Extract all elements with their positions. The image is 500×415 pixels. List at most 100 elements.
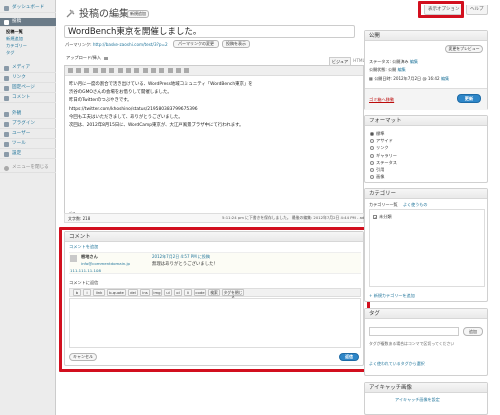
number-list-icon[interactable] (101, 68, 106, 73)
featured-image-heading: アイキャッチ画像 (365, 383, 487, 393)
category-tabs: カテゴリー一覧 よく使うもの (369, 202, 428, 207)
add-new-button[interactable]: 新規追加 (127, 10, 149, 18)
dashboard-icon (4, 5, 9, 11)
date-edit-link[interactable]: 編集 (441, 76, 449, 81)
media-insert-icon[interactable] (104, 56, 109, 60)
blockquote-icon[interactable] (109, 68, 114, 73)
format-option-gallery[interactable]: ギャラリー (370, 152, 397, 159)
featured-image-box: アイキャッチ画像 アイキャッチ画像を設定 (364, 382, 488, 415)
sidebar-item-plugins[interactable]: プラグイン (0, 120, 56, 129)
trash-link[interactable]: ゴミ箱へ移動 (369, 97, 394, 102)
upload-insert-label[interactable]: アップロード/挿入 (66, 55, 109, 60)
page-title: 投稿の編集 (79, 9, 129, 20)
tag-input[interactable] (369, 327, 459, 336)
sidebar-item-appearance[interactable]: 外観 (0, 110, 56, 119)
format-option-standard[interactable]: 標準 (370, 130, 397, 137)
format-box: フォーマット 標準 アサイド リンク ギャラリー ステータス 引用 画像 (364, 115, 488, 183)
sidebar-sub-new-post[interactable]: 新規追加 (6, 36, 23, 41)
radio-icon[interactable] (370, 146, 374, 151)
bullet-list-icon[interactable] (93, 68, 98, 73)
permalink-url[interactable]: http://baske-zaoshi.com/test/3?p=2 (93, 42, 168, 47)
comment-icon (4, 95, 9, 101)
sidebar-collapse-menu[interactable]: メニューを閉じる (0, 164, 56, 173)
visibility-edit-link[interactable]: 編集 (398, 67, 406, 72)
last-edited: 5:11:24 pm に下書きを保存しました。 最後の編集: 2012年7月2日… (222, 215, 372, 220)
sidebar-item-links[interactable]: リンク (0, 74, 56, 83)
choose-tags-link[interactable]: よく使われているタグから選択 (369, 361, 425, 366)
bold-icon[interactable] (68, 68, 73, 73)
tab-visual[interactable]: ビジュアル (329, 57, 351, 72)
post-editor[interactable]: 昨い月に一度の割合で活き出けている、WordPress地域コミュニティ「Word… (64, 65, 364, 221)
word-count: 文字数: 218 (68, 216, 91, 221)
unlink-icon[interactable] (151, 68, 156, 73)
sidebar-item-dashboard[interactable]: ダッシュボード (0, 4, 56, 13)
post-visibility: 公開状態: 公開 編集 (369, 67, 406, 72)
tags-heading: タグ (365, 309, 487, 319)
collapse-icon (4, 165, 9, 171)
category-item-uncategorized[interactable]: ✓ 未分類 (373, 214, 392, 220)
preview-changes-button[interactable]: 変更をプレビュー (445, 45, 483, 53)
editor-toolbar (65, 66, 363, 76)
radio-icon[interactable] (370, 153, 374, 158)
tab-popular-categories[interactable]: よく使うもの (403, 202, 428, 207)
spellcheck-icon[interactable] (168, 68, 173, 73)
radio-icon[interactable] (370, 160, 374, 165)
pin-icon (4, 19, 9, 25)
format-options: 標準 アサイド リンク ギャラリー ステータス 引用 画像 (370, 130, 397, 180)
comments-highlight (59, 227, 370, 372)
post-date: ▦ 公開日時: 2012年7月2日 @ 16:42 編集 (369, 76, 450, 81)
publish-box: 公開 変更をプレビュー ステータス: 公開済み 編集 公開状態: 公開 編集 ▦… (364, 30, 488, 110)
radio-icon[interactable] (370, 168, 374, 173)
sidebar-item-comments[interactable]: コメント (0, 94, 56, 103)
status-edit-link[interactable]: 編集 (410, 59, 418, 64)
sidebar-item-media[interactable]: メディア (0, 64, 56, 73)
tags-box: タグ 追加 タグが複数ある場合はコンマで区切ってください よく使われているタグか… (364, 308, 488, 376)
sidebar-item-users[interactable]: ユーザー (0, 130, 56, 139)
category-heading: カテゴリー (365, 189, 487, 199)
editor-status-bar: 文字数: 218 5:11:24 pm に下書きを保存しました。 最後の編集: … (64, 213, 371, 223)
sidebar-item-tools[interactable]: ツール (0, 140, 56, 149)
help-button[interactable]: ヘルプ (466, 5, 488, 15)
add-tag-button[interactable]: 追加 (463, 327, 483, 336)
format-option-quote[interactable]: 引用 (370, 166, 397, 173)
set-featured-image-link[interactable]: アイキャッチ画像を設定 (395, 397, 440, 402)
align-right-icon[interactable] (134, 68, 139, 73)
add-category-link[interactable]: + 新規カテゴリーを追加 (369, 293, 415, 298)
page-icon (4, 85, 9, 91)
kitchen-sink-icon[interactable] (184, 68, 189, 73)
strike-icon[interactable] (84, 68, 89, 73)
align-center-icon[interactable] (126, 68, 131, 73)
sidebar-item-pages[interactable]: 固定ページ (0, 84, 56, 93)
format-option-status[interactable]: ステータス (370, 159, 397, 166)
radio-icon[interactable] (370, 139, 374, 144)
sidebar-sub-categories[interactable]: カテゴリー (6, 43, 27, 48)
radio-icon[interactable] (370, 132, 374, 136)
sidebar-item-posts[interactable]: 投稿 (0, 18, 56, 27)
pin-icon (64, 8, 76, 20)
format-option-aside[interactable]: アサイド (370, 137, 397, 144)
link-icon[interactable] (143, 68, 148, 73)
checkbox-icon[interactable]: ✓ (373, 215, 377, 220)
fullscreen-icon[interactable] (176, 68, 181, 73)
sidebar-sub-tags[interactable]: タグ (6, 50, 14, 55)
tab-all-categories[interactable]: カテゴリー一覧 (369, 202, 398, 207)
tags-help: タグが複数ある場合はコンマで区切ってください (369, 341, 455, 346)
change-permalink-button[interactable]: パーマリンクの変更 (173, 40, 219, 48)
update-button[interactable]: 更新 (457, 94, 481, 103)
italic-icon[interactable] (76, 68, 81, 73)
settings-icon (4, 151, 9, 157)
sidebar-sub-all-posts[interactable]: 投稿一覧 (6, 29, 23, 34)
view-post-button[interactable]: 投稿を表示 (222, 40, 250, 48)
more-tag-icon[interactable] (159, 68, 164, 73)
format-option-image[interactable]: 画像 (370, 173, 397, 180)
radio-icon[interactable] (370, 175, 374, 180)
sidebar-item-settings[interactable]: 設定 (0, 150, 56, 159)
align-left-icon[interactable] (118, 68, 123, 73)
screen-options-highlight (418, 1, 464, 18)
post-status: ステータス: 公開済み 編集 (369, 59, 419, 64)
format-option-link[interactable]: リンク (370, 144, 397, 151)
tools-icon (4, 141, 9, 147)
plugin-icon (4, 121, 9, 127)
category-list: ✓ 未分類 (369, 209, 485, 287)
post-title-input[interactable]: WordBench東京を開催しました。 (64, 25, 355, 38)
